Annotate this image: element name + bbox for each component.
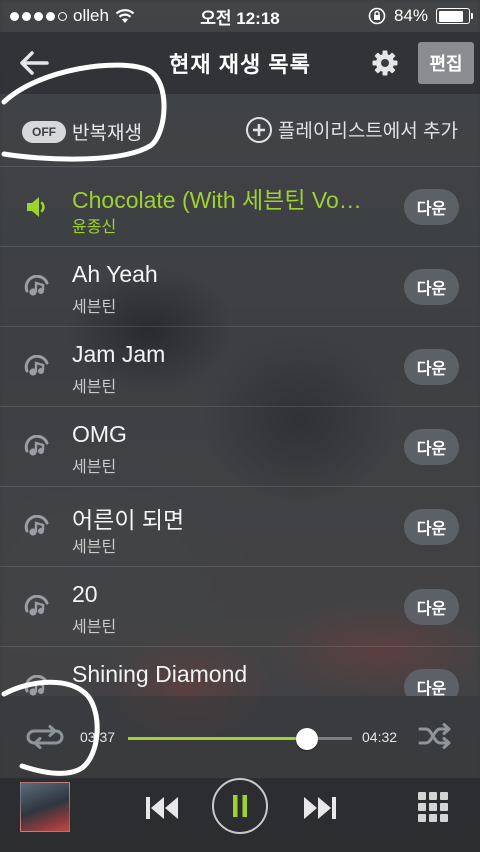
seek-bar-handle[interactable] [296,728,319,750]
track-artist: 윤종신 [72,219,117,236]
page-title: 현재 재생 목록 [169,52,311,77]
track-artist: 세븐틴 [72,619,117,636]
add-from-playlist-label: 플레이리스트에서 추가 [277,121,458,142]
elapsed-time: 03:37 [80,729,116,745]
battery-percent: 84% [393,6,428,25]
carrier-name: olleh [73,6,109,25]
status-left: olleh [10,6,135,26]
pause-icon [233,795,247,817]
repeat-toggle[interactable]: OFF 반복재생 [22,118,142,145]
track-artist: 세븐틴 [72,539,117,556]
track-row[interactable]: 어른이 되면세븐틴 다운 [0,487,480,567]
track-row[interactable]: OMG 세븐틴 다운 [0,407,480,487]
orientation-lock-icon [368,7,386,25]
music-note-icon [24,354,50,379]
track-artist: 세븐틴 [72,379,117,396]
download-button[interactable]: 다운 [404,429,459,465]
track-title: Shining Diamond [72,661,248,687]
seek-bar[interactable] [128,728,352,750]
progress-row: 03:37 04:32 [0,696,480,778]
status-bar: olleh 오전 12:18 84% [0,0,480,32]
repeat-state-pill: OFF [22,120,66,143]
seek-bar-fill [128,737,308,740]
download-button[interactable]: 다운 [404,269,459,305]
music-note-icon [24,434,50,459]
track-row[interactable]: Chocolate (With 세븐틴 Vo… 윤종신 다운 [0,167,480,247]
header-bar: 현재 재생 목록 편집 [0,32,480,94]
plus-circle-icon [245,116,272,143]
music-note-icon [24,594,50,619]
battery-level [438,10,463,22]
player-controls [0,778,480,852]
gear-icon [372,50,398,76]
options-row: OFF 반복재생 플레이리스트에서 추가 [0,94,480,168]
download-button[interactable]: 다운 [404,509,459,545]
track-row[interactable]: Ah Yeah 세븐틴 다운 [0,247,480,327]
total-time: 04:32 [362,729,398,745]
next-track-button[interactable] [298,790,342,826]
track-title: 20 [72,581,98,607]
shuffle-button[interactable] [418,723,452,749]
download-button[interactable]: 다운 [404,669,459,696]
track-title: Ah Yeah [72,261,158,287]
track-title: OMG [72,421,127,447]
previous-track-button[interactable] [140,790,184,826]
repeat-button[interactable] [26,724,64,750]
music-note-icon [24,514,50,539]
menu-grid-button[interactable] [418,792,448,822]
music-note-icon [24,674,50,696]
download-button[interactable]: 다운 [404,349,459,385]
back-arrow-icon [20,51,49,75]
track-row[interactable]: Shining Diamond세븐틴다운 [0,647,480,696]
track-artist: 세븐틴 [72,299,117,316]
shuffle-icon [418,723,451,749]
track-row[interactable]: 20 세븐틴 다운 [0,567,480,647]
repeat-icon [26,725,64,749]
speaker-playing-icon [24,195,50,219]
add-from-playlist-button[interactable]: 플레이리스트에서 추가 [245,116,458,143]
settings-button[interactable] [368,46,402,80]
signal-strength-icon [10,11,67,21]
album-art-thumbnail[interactable] [20,782,70,832]
track-title: Jam Jam [72,341,166,367]
track-row[interactable]: Jam Jam 세븐틴 다운 [0,327,480,407]
back-button[interactable] [14,46,54,80]
music-note-icon [24,274,50,299]
pause-button[interactable] [212,778,268,834]
repeat-label: 반복재생 [72,123,142,144]
status-right: 84% [368,6,473,26]
track-artist: 세븐틴 [72,459,117,476]
edit-button[interactable]: 편집 [418,42,474,84]
next-track-icon [304,797,336,819]
track-title: Chocolate (With 세븐틴 Vo… [72,187,362,213]
download-button[interactable]: 다운 [404,589,459,625]
previous-track-icon [146,797,178,819]
track-title: 어른이 되면 [72,507,185,533]
track-list[interactable]: Chocolate (With 세븐틴 Vo… 윤종신 다운 Ah Yeah 세븐틴 다운… [0,166,480,696]
battery-icon [436,8,473,24]
wifi-icon [115,9,135,23]
download-button[interactable]: 다운 [404,189,459,225]
